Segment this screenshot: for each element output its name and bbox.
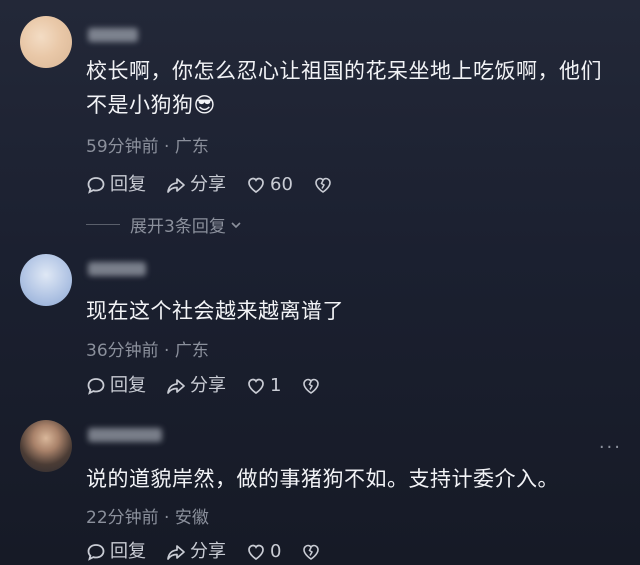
comment-location: 广东	[174, 137, 209, 157]
reply-bubble-icon	[87, 177, 105, 194]
comment-time: 22分钟前	[86, 508, 159, 528]
reply-label: 回复	[110, 174, 146, 195]
share-label: 分享	[190, 541, 226, 562]
heart-icon	[248, 544, 264, 561]
reply-label: 回复	[110, 375, 146, 396]
expand-replies[interactable]: 展开3条回复	[86, 212, 243, 237]
comment-location: 安徽	[174, 508, 209, 528]
divider-line	[86, 224, 120, 225]
reply-button[interactable]: 回复	[86, 172, 146, 198]
share-button[interactable]: 分享	[166, 172, 226, 198]
meta-separator: ·	[164, 137, 170, 157]
comment-meta: 22分钟前 · 安徽	[86, 503, 209, 528]
username-blurred[interactable]	[88, 28, 138, 42]
reply-label: 回复	[110, 541, 146, 562]
dislike-button[interactable]	[301, 376, 325, 396]
comment-time: 36分钟前	[86, 341, 159, 361]
broken-heart-icon	[303, 378, 320, 394]
comment-text: 校长啊，你怎么忍心让祖国的花呆坐地上吃饭啊，他们不是小狗狗😎	[86, 54, 620, 122]
share-arrow-icon	[167, 379, 185, 394]
like-count: 1	[270, 375, 282, 396]
more-options-label: ···	[598, 437, 622, 458]
comment-actions: 回复 分享 60	[86, 172, 357, 198]
chevron-down-icon	[231, 221, 241, 228]
share-arrow-icon	[167, 178, 185, 193]
like-button[interactable]: 60	[246, 172, 293, 198]
comment-meta: 59分钟前 · 广东	[86, 132, 209, 157]
like-count: 0	[270, 541, 282, 562]
like-button[interactable]: 0	[246, 539, 281, 565]
like-count: 60	[270, 174, 293, 195]
dislike-button[interactable]	[301, 542, 325, 562]
comment-actions: 回复 分享 1	[86, 373, 345, 399]
comment-text: 现在这个社会越来越离谱了	[86, 294, 620, 328]
share-button[interactable]: 分享	[166, 373, 226, 399]
share-button[interactable]: 分享	[166, 539, 226, 565]
comment-text: 说的道貌岸然，做的事猪狗不如。支持计委介入。	[86, 462, 620, 496]
comment-meta: 36分钟前 · 广东	[86, 336, 209, 361]
comment-location: 广东	[174, 341, 209, 361]
username-blurred[interactable]	[88, 428, 162, 442]
share-label: 分享	[190, 375, 226, 396]
avatar[interactable]	[20, 420, 72, 472]
expand-replies-label: 展开3条回复	[130, 217, 226, 237]
avatar[interactable]	[20, 254, 72, 306]
like-button[interactable]: 1	[246, 373, 281, 399]
username-blurred[interactable]	[88, 262, 146, 276]
comment-text-content: 说的道貌岸然，做的事猪狗不如。支持计委介入。	[86, 467, 559, 491]
comment-time: 59分钟前	[86, 137, 159, 157]
share-arrow-icon	[167, 545, 185, 560]
reply-bubble-icon	[87, 544, 105, 561]
avatar[interactable]	[20, 16, 72, 68]
comment-text-content: 校长啊，你怎么忍心让祖国的花呆坐地上吃饭啊，他们不是小狗狗😎	[86, 59, 602, 117]
meta-separator: ·	[164, 341, 170, 361]
comment-text-content: 现在这个社会越来越离谱了	[86, 299, 344, 323]
broken-heart-icon	[303, 544, 320, 560]
share-label: 分享	[190, 174, 226, 195]
dislike-button[interactable]	[313, 175, 337, 195]
reply-bubble-icon	[87, 378, 105, 395]
meta-separator: ·	[164, 508, 170, 528]
more-options-button[interactable]: ···	[599, 437, 622, 458]
heart-icon	[248, 177, 264, 194]
comment-actions: 回复 分享 0	[86, 539, 345, 565]
heart-icon	[248, 378, 264, 395]
reply-button[interactable]: 回复	[86, 539, 146, 565]
broken-heart-icon	[315, 177, 331, 193]
reply-button[interactable]: 回复	[86, 373, 146, 399]
